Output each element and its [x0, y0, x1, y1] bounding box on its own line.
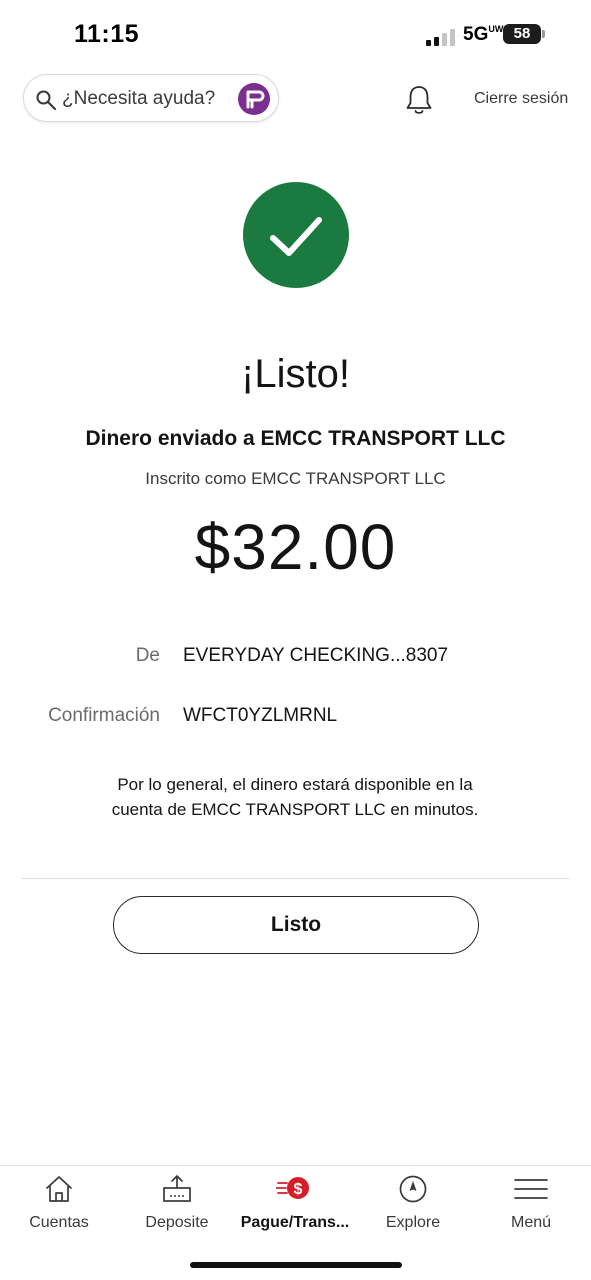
bell-icon[interactable]	[404, 84, 434, 116]
battery-tip	[542, 30, 545, 38]
availability-note-line-1: Por lo general, el dinero estará disponi…	[117, 775, 473, 794]
checkmark-icon	[270, 217, 322, 256]
battery-icon: 58	[503, 24, 541, 44]
search-icon	[36, 90, 57, 111]
nav-item-pay-transfer[interactable]: $ Pague/Trans...	[236, 1166, 354, 1246]
nav-item-accounts[interactable]: Cuentas	[0, 1166, 118, 1246]
svg-text:$: $	[294, 1181, 303, 1198]
network-type: 5GUW	[463, 24, 504, 45]
transfer-amount: $32.00	[194, 511, 397, 583]
battery-level: 58	[513, 25, 531, 42]
home-indicator[interactable]	[190, 1262, 402, 1268]
menu-icon	[514, 1179, 548, 1199]
nav-item-explore[interactable]: Explore	[354, 1166, 472, 1246]
enrolled-as-label: Inscrito como EMCC TRANSPORT LLC	[145, 469, 446, 488]
signal-strength-icon	[426, 28, 458, 46]
done-button[interactable]: Listo	[113, 896, 479, 954]
divider	[22, 878, 569, 879]
nav-label: Explore	[385, 1214, 441, 1231]
page-title: ¡Listo!	[241, 352, 350, 396]
nav-item-deposit[interactable]: Deposite	[118, 1166, 236, 1246]
availability-note-line-2: cuenta de EMCC TRANSPORT LLC en minutos.	[111, 800, 479, 819]
compass-icon	[399, 1175, 427, 1203]
nav-item-menu[interactable]: Menú	[472, 1166, 590, 1246]
nav-label: Cuentas	[29, 1214, 89, 1231]
sign-out-link[interactable]: Cierre sesión	[474, 90, 568, 108]
status-time: 11:15	[74, 20, 140, 48]
status-bar: 11:15 5GUW 58	[0, 0, 591, 70]
confirmation-label: Confirmación	[48, 705, 160, 726]
availability-note: Por lo general, el dinero estará disponi…	[80, 772, 510, 822]
nav-label: Pague/Trans...	[240, 1214, 350, 1231]
success-badge	[243, 182, 349, 288]
confirmation-number: WFCT0YZLMRNL	[183, 705, 338, 726]
transfer-recipient: Dinero enviado a EMCC TRANSPORT LLC	[85, 427, 506, 450]
fargo-assistant-icon[interactable]	[238, 83, 270, 115]
from-account-value: EVERYDAY CHECKING...8307	[183, 645, 449, 666]
nav-label: Deposite	[145, 1214, 209, 1231]
home-icon	[46, 1176, 72, 1202]
deposit-icon	[163, 1175, 191, 1202]
pay-transfer-icon: $	[276, 1177, 309, 1199]
nav-label: Menú	[510, 1214, 552, 1231]
search-input[interactable]: ¿Necesita ayuda?	[62, 88, 215, 110]
help-search-bar[interactable]: ¿Necesita ayuda?	[23, 74, 279, 122]
from-account-label: De	[135, 645, 160, 666]
